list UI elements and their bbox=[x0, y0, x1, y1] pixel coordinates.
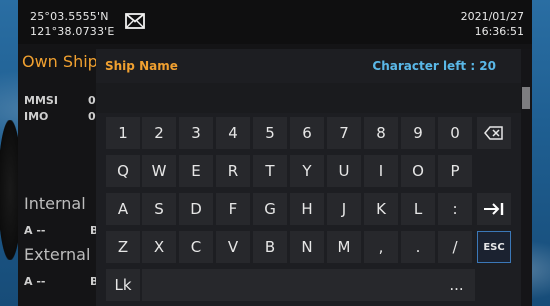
key-q[interactable]: Q bbox=[106, 155, 140, 187]
key-s[interactable]: S bbox=[142, 193, 176, 225]
imo-value: 0 bbox=[88, 110, 96, 123]
backspace-icon bbox=[484, 126, 503, 140]
key-i[interactable]: I bbox=[364, 155, 398, 187]
ship-name-input[interactable] bbox=[96, 83, 521, 113]
key-d[interactable]: D bbox=[179, 193, 213, 225]
key-0[interactable]: 0 bbox=[438, 117, 472, 149]
scrollbar-thumb[interactable] bbox=[522, 87, 530, 109]
key-9[interactable]: 9 bbox=[401, 117, 435, 149]
key-5[interactable]: 5 bbox=[253, 117, 287, 149]
key-t[interactable]: T bbox=[253, 155, 287, 187]
key-z[interactable]: Z bbox=[106, 231, 140, 263]
own-ship-title: Own Ship bbox=[22, 52, 98, 71]
key-more[interactable]: ... bbox=[438, 269, 475, 301]
internal-label: Internal bbox=[24, 194, 86, 213]
key-x[interactable]: X bbox=[142, 231, 176, 263]
key-colon[interactable]: : bbox=[438, 193, 472, 225]
key-8[interactable]: 8 bbox=[364, 117, 398, 149]
key-o[interactable]: O bbox=[401, 155, 435, 187]
key-lock[interactable]: Lk bbox=[106, 269, 140, 301]
key-2[interactable]: 2 bbox=[142, 117, 176, 149]
key-y[interactable]: Y bbox=[290, 155, 324, 187]
status-bar: 25°03.5555'N 121°38.0733'E 2021/01/27 16… bbox=[18, 0, 532, 44]
key-space[interactable] bbox=[142, 269, 438, 301]
key-1[interactable]: 1 bbox=[106, 117, 140, 149]
imo-label: IMO bbox=[24, 110, 49, 123]
key-6[interactable]: 6 bbox=[290, 117, 324, 149]
key-a[interactable]: A bbox=[106, 193, 140, 225]
mmsi-value: 0 bbox=[88, 94, 96, 107]
key-b[interactable]: B bbox=[253, 231, 287, 263]
latitude: 25°03.5555'N bbox=[30, 10, 109, 23]
key-h[interactable]: H bbox=[290, 193, 324, 225]
key-tab[interactable] bbox=[477, 193, 511, 225]
key-esc[interactable]: ESC bbox=[477, 231, 511, 263]
keyboard-header: Ship Name Character left : 20 bbox=[96, 49, 521, 83]
longitude: 121°38.0733'E bbox=[30, 25, 115, 38]
character-counter: Character left : 20 bbox=[372, 59, 496, 73]
key-f[interactable]: F bbox=[216, 193, 250, 225]
keyboard-title: Ship Name bbox=[105, 59, 178, 73]
key-3[interactable]: 3 bbox=[179, 117, 213, 149]
key-7[interactable]: 7 bbox=[327, 117, 361, 149]
external-label: External bbox=[24, 245, 91, 264]
key-v[interactable]: V bbox=[216, 231, 250, 263]
key-n[interactable]: N bbox=[290, 231, 324, 263]
key-slash[interactable]: / bbox=[438, 231, 472, 263]
external-a-label: A -- bbox=[24, 275, 46, 288]
key-g[interactable]: G bbox=[253, 193, 287, 225]
date: 2021/01/27 bbox=[460, 10, 524, 23]
key-period[interactable]: . bbox=[401, 231, 435, 263]
mmsi-label: MMSI bbox=[24, 94, 58, 107]
key-k[interactable]: K bbox=[364, 193, 398, 225]
key-w[interactable]: W bbox=[142, 155, 176, 187]
key-u[interactable]: U bbox=[327, 155, 361, 187]
time: 16:36:51 bbox=[474, 25, 524, 38]
tab-icon bbox=[484, 203, 504, 215]
virtual-keyboard: Ship Name Character left : 20 1 2 3 4 5 … bbox=[96, 49, 521, 306]
key-4[interactable]: 4 bbox=[216, 117, 250, 149]
key-backspace[interactable] bbox=[477, 117, 511, 149]
key-l[interactable]: L bbox=[401, 193, 435, 225]
key-p[interactable]: P bbox=[438, 155, 472, 187]
key-comma[interactable]: , bbox=[364, 231, 398, 263]
key-e[interactable]: E bbox=[179, 155, 213, 187]
mail-icon[interactable] bbox=[125, 13, 145, 29]
key-m[interactable]: M bbox=[327, 231, 361, 263]
key-j[interactable]: J bbox=[327, 193, 361, 225]
internal-a-label: A -- bbox=[24, 224, 46, 237]
key-c[interactable]: C bbox=[179, 231, 213, 263]
key-r[interactable]: R bbox=[216, 155, 250, 187]
